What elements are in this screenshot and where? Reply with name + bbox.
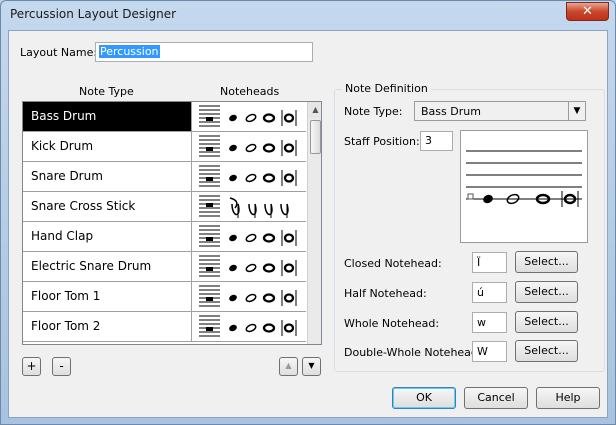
layout-name-label: Layout Name: [20,46,98,59]
closed-notehead-select-button[interactable]: Select... [515,251,578,273]
note-type-name: Snare Cross Stick [23,192,192,221]
closed-notehead-label: Closed Notehead: [344,257,442,270]
move-down-button[interactable]: ▼ [302,357,321,376]
ok-button[interactable]: OK [392,387,456,409]
table-row[interactable]: Snare Drum [23,162,306,192]
closed-notehead-field[interactable]: Ï [472,252,507,273]
double-whole-notehead-select-button[interactable]: Select... [515,340,578,362]
layout-name-input[interactable]: Percussion [95,42,313,62]
note-type-grid[interactable]: Bass Drum Kick Drum Snare Drum Snare Cross … [22,101,322,345]
noteheads-column-header: Noteheads [220,85,280,98]
table-row[interactable]: Bass Drum [23,102,306,132]
staff-position-input[interactable]: 3 [420,131,453,151]
notehead-preview-icon [199,135,297,157]
double-whole-notehead-label: Double-Whole Notehead: [344,346,482,359]
notehead-preview [193,282,306,311]
note-type-name: Electric Snare Drum [23,252,192,281]
notehead-staff-preview [460,130,588,243]
remove-note-type-button[interactable]: - [52,357,71,376]
whole-notehead-field[interactable]: w [472,312,507,333]
notehead-preview [193,162,306,191]
half-notehead-label: Half Notehead: [344,287,427,300]
note-type-name: Bass Drum [23,102,192,131]
grid-scrollbar[interactable]: ▲ [307,102,321,344]
double-whole-notehead-field[interactable]: W [472,341,507,362]
table-row[interactable]: Floor Tom 2 [23,312,306,342]
note-type-label: Note Type: [344,105,403,118]
layout-name-value: Percussion [99,45,160,58]
notehead-preview-icon [199,285,297,307]
chevron-down-icon[interactable]: ▼ [568,102,585,120]
half-notehead-select-button[interactable]: Select... [515,281,578,303]
close-button[interactable]: ✕ [566,2,609,21]
notehead-preview-icon [199,225,297,247]
staff-preview-svg [466,150,582,207]
note-type-name: Kick Drum [23,132,192,161]
notehead-preview [193,222,306,251]
notehead-preview [193,102,306,131]
table-row[interactable]: Floor Tom 1 [23,282,306,312]
whole-notehead-select-button[interactable]: Select... [515,311,578,333]
add-note-type-button[interactable]: + [22,357,41,376]
notehead-preview-icon [199,255,297,277]
whole-notehead-label: Whole Notehead: [344,317,440,330]
note-definition-title: Note Definition [342,82,431,95]
window-title: Percussion Layout Designer [10,7,177,21]
half-notehead-field[interactable]: ú [472,282,507,303]
staff-position-label: Staff Position: [344,135,420,148]
notehead-preview-icon [199,105,297,127]
table-row[interactable]: Snare Cross Stick [23,192,306,222]
note-type-name: Hand Clap [23,222,192,251]
note-type-name: Snare Drum [23,162,192,191]
notehead-preview-icon [199,195,289,218]
cancel-button[interactable]: Cancel [464,387,528,409]
notehead-preview [193,252,306,281]
help-button[interactable]: Help [536,387,600,409]
note-type-column-header: Note Type [79,85,134,98]
notehead-preview-icon [199,165,297,187]
table-row[interactable]: Hand Clap [23,222,306,252]
dialog-client-area: Layout Name: Percussion Note Type Notehe… [8,30,608,418]
title-bar: Percussion Layout Designer ✕ [1,1,615,27]
scroll-thumb[interactable] [310,120,321,154]
note-type-dropdown-value: Bass Drum [421,105,481,118]
notehead-preview [193,132,306,161]
notehead-preview [193,312,306,341]
table-row[interactable]: Kick Drum [23,132,306,162]
table-row[interactable]: Electric Snare Drum [23,252,306,282]
note-type-name: Floor Tom 2 [23,312,192,341]
note-type-name: Floor Tom 1 [23,282,192,311]
notehead-preview-icon [199,315,297,337]
note-type-dropdown[interactable]: Bass Drum ▼ [414,101,586,121]
scroll-up-arrow-icon[interactable]: ▲ [308,102,321,118]
dialog-window: Percussion Layout Designer ✕ Layout Name… [0,0,616,425]
notehead-preview [193,192,306,221]
move-up-button[interactable]: ▲ [279,357,298,376]
